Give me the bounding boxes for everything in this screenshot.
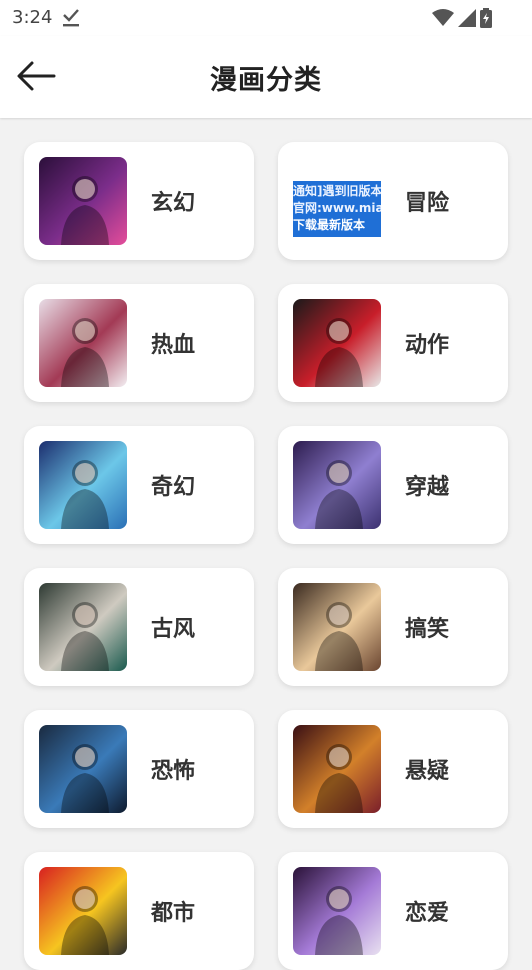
category-cover-image xyxy=(293,867,381,955)
category-label: 古风 xyxy=(151,617,196,642)
category-card[interactable]: 都市 xyxy=(24,852,254,970)
category-grid: 玄幻 通知]遇到旧版本官网:www.miao下载最新版本冒险 热血 动作 奇幻 … xyxy=(0,118,532,970)
category-cover-image xyxy=(39,725,127,813)
category-label: 搞笑 xyxy=(405,617,450,642)
status-bar: 3:24 xyxy=(0,0,532,36)
category-label: 悬疑 xyxy=(405,759,450,784)
category-cover-image xyxy=(39,867,127,955)
category-label: 奇幻 xyxy=(151,475,196,500)
category-card[interactable]: 动作 xyxy=(278,284,508,402)
category-cover-image xyxy=(39,583,127,671)
battery-icon xyxy=(480,8,492,32)
category-card[interactable]: 搞笑 xyxy=(278,568,508,686)
app-bar: 漫画分类 xyxy=(0,36,532,118)
download-done-icon xyxy=(62,6,80,32)
category-card[interactable]: 奇幻 xyxy=(24,426,254,544)
category-cover-image xyxy=(39,157,127,245)
category-card[interactable]: 穿越 xyxy=(278,426,508,544)
cell-signal-icon xyxy=(458,9,476,31)
category-card[interactable]: 玄幻 xyxy=(24,142,254,260)
page-title: 漫画分类 xyxy=(210,65,322,96)
category-cover-image xyxy=(293,583,381,671)
category-cover-image xyxy=(293,299,381,387)
category-label: 冒险 xyxy=(405,191,450,216)
category-card[interactable]: 恋爱 xyxy=(278,852,508,970)
category-label: 穿越 xyxy=(405,475,450,500)
status-icons xyxy=(432,8,492,32)
status-time: 3:24 xyxy=(12,7,53,28)
category-label: 恐怖 xyxy=(151,759,196,784)
cover-banner-text: 通知]遇到旧版本 xyxy=(293,183,381,198)
category-label: 玄幻 xyxy=(151,191,196,216)
category-card[interactable]: 悬疑 xyxy=(278,710,508,828)
category-label: 都市 xyxy=(151,901,196,926)
category-cover-image xyxy=(39,441,127,529)
category-cover-image: 通知]遇到旧版本官网:www.miao 下载最新版本 xyxy=(293,157,381,245)
cover-banner-text: 下载最新版本 xyxy=(293,217,365,232)
category-card[interactable]: 古风 xyxy=(24,568,254,686)
category-cover-image xyxy=(293,725,381,813)
category-card[interactable]: 恐怖 xyxy=(24,710,254,828)
category-label: 热血 xyxy=(151,333,196,358)
category-card[interactable]: 通知]遇到旧版本官网:www.miao 下载最新版本 冒险 xyxy=(278,142,508,260)
wifi-icon xyxy=(432,9,454,31)
category-label: 恋爱 xyxy=(405,901,450,926)
category-cover-image xyxy=(293,441,381,529)
cover-banner-text: 官网:www.miao xyxy=(293,200,381,215)
category-cover-image xyxy=(39,299,127,387)
category-label: 动作 xyxy=(405,333,450,358)
category-card[interactable]: 热血 xyxy=(24,284,254,402)
